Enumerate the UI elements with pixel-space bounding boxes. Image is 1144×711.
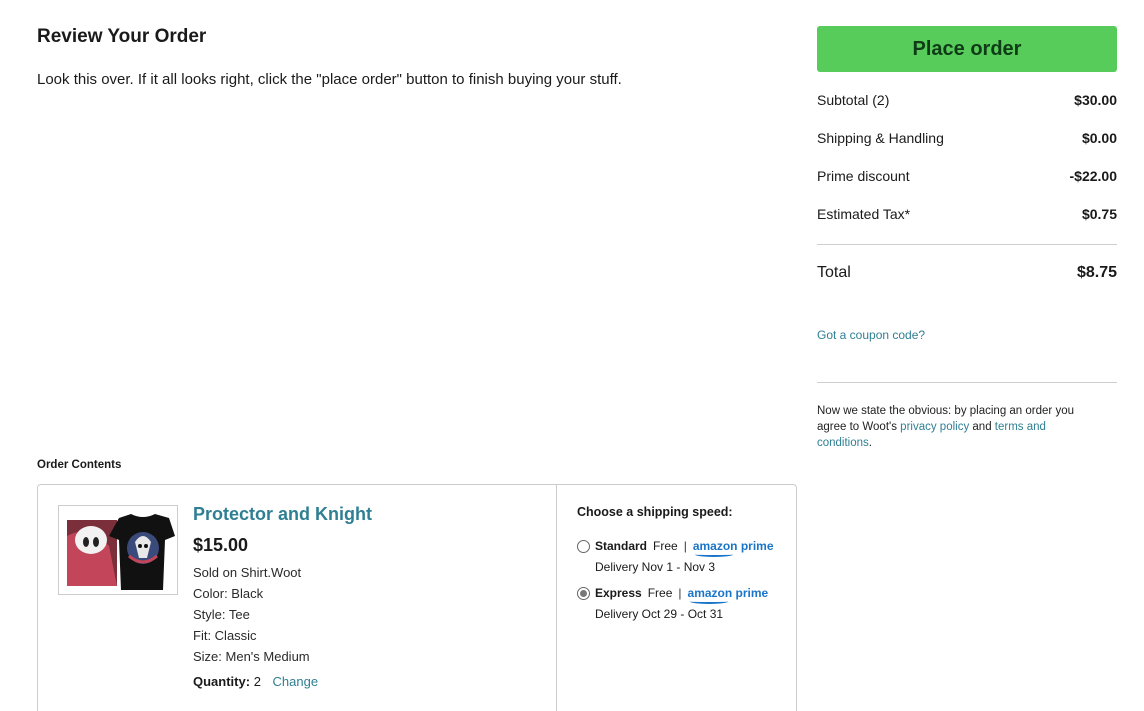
place-order-button[interactable]: Place order: [817, 26, 1117, 72]
total-label: Total: [817, 264, 851, 281]
express-radio[interactable]: [577, 586, 590, 600]
product-price: $15.00: [193, 535, 249, 555]
express-option-name: Express: [595, 586, 642, 600]
standard-radio[interactable]: [577, 539, 590, 553]
express-delivery-date: Delivery Oct 29 - Oct 31: [595, 607, 724, 621]
tax-row: Estimated Tax* $0.75: [817, 206, 1117, 222]
product-color: Color: Black: [193, 586, 264, 601]
legal-divider: [817, 382, 1117, 383]
quantity-value: 2: [253, 674, 261, 689]
amazon-prime-text: amazon prime: [687, 586, 769, 600]
express-separator: |: [678, 586, 682, 600]
quantity-row: Quantity: 2 Change: [193, 674, 318, 689]
summary-divider: [817, 244, 1117, 245]
total-row: Total $8.75: [817, 264, 1117, 282]
shipping-option-standard[interactable]: Standard Free | amazon prime: [577, 539, 774, 557]
subtotal-row: Subtotal (2) $30.00: [817, 92, 1117, 108]
product-name-link[interactable]: Protector and Knight: [193, 504, 372, 525]
standard-option-name: Standard: [595, 539, 648, 553]
product-seller: Sold on Shirt.Woot: [193, 565, 302, 580]
shipping-value: $0.00: [1081, 130, 1117, 146]
product-size: Size: Men's Medium: [193, 649, 310, 664]
tax-label: Estimated Tax*: [817, 206, 911, 222]
legal-suffix: .: [868, 437, 872, 449]
product-fit: Fit: Classic: [193, 628, 257, 643]
card-divider: [556, 485, 557, 711]
standard-separator: |: [683, 539, 687, 553]
quantity-label: Quantity:: [193, 674, 251, 689]
amazon-smile-icon: [694, 552, 733, 557]
shipping-speed-heading: Choose a shipping speed:: [577, 505, 733, 519]
order-item-card: Protector and Knight $15.00 Sold on Shir…: [37, 484, 797, 711]
tshirt-product-image: [59, 506, 177, 594]
standard-delivery-date: Delivery Nov 1 - Nov 3: [595, 560, 716, 574]
total-value: $8.75: [1076, 264, 1117, 281]
product-thumbnail[interactable]: [58, 505, 178, 595]
prime-discount-value: -$22.00: [1069, 168, 1117, 184]
tax-value: $0.75: [1081, 206, 1117, 222]
order-contents-label: Order Contents: [37, 459, 122, 471]
subtotal-label: Subtotal (2): [817, 92, 890, 108]
express-option-cost: Free: [647, 586, 673, 600]
amazon-prime-logo: amazon prime: [687, 586, 769, 604]
prime-discount-label: Prime discount: [817, 168, 910, 184]
privacy-policy-link[interactable]: privacy policy: [900, 421, 969, 433]
shipping-row: Shipping & Handling $0.00: [817, 130, 1117, 146]
legal-middle: and: [969, 421, 995, 433]
shipping-label: Shipping & Handling: [817, 130, 944, 146]
page-intro: Look this over. If it all looks right, c…: [37, 71, 622, 88]
amazon-prime-logo: amazon prime: [692, 539, 774, 557]
change-quantity-link[interactable]: Change: [273, 674, 319, 689]
standard-option-cost: Free: [653, 539, 678, 553]
legal-notice: Now we state the obvious: by placing an …: [817, 403, 1102, 451]
amazon-prime-text: amazon prime: [692, 539, 774, 553]
coupon-link[interactable]: Got a coupon code?: [817, 328, 925, 342]
amazon-smile-icon: [689, 599, 728, 604]
prime-discount-row: Prime discount -$22.00: [817, 168, 1117, 184]
shipping-option-express[interactable]: Express Free | amazon prime: [577, 586, 769, 604]
page-title: Review Your Order: [37, 26, 207, 47]
product-style: Style: Tee: [193, 607, 250, 622]
subtotal-value: $30.00: [1074, 92, 1117, 108]
